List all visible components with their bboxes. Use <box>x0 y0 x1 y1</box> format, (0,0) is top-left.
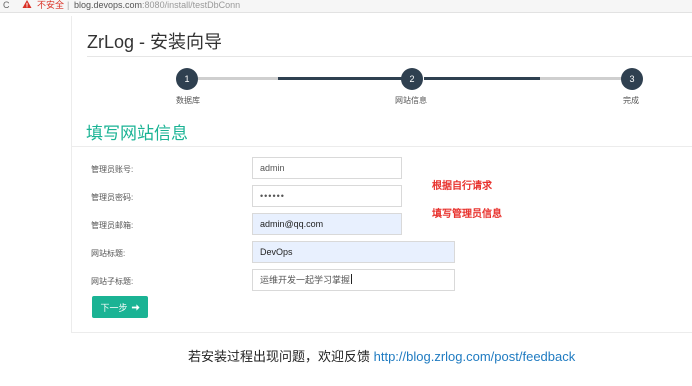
annotation-line-2: 填写管理员信息 <box>432 209 502 220</box>
next-step-label: 下一步 <box>100 302 128 313</box>
address-bar[interactable]: C 不安全 | blog.devops.com:8080/install/tes… <box>0 0 692 13</box>
site-title-label: 网站标题: <box>91 249 126 258</box>
site-title-field[interactable]: DevOps <box>252 241 455 263</box>
url-host: blog.devops.com <box>74 0 143 10</box>
step-1-label: 数据库 <box>176 96 200 105</box>
site-subtitle-value: 运维开发一起学习掌握 <box>260 275 351 285</box>
admin-email-label: 管理员邮箱: <box>91 221 134 230</box>
feedback-footer: 若安装过程出现问题，欢迎反馈 http://blog.zrlog.com/pos… <box>188 346 575 365</box>
admin-password-label: 管理员密码: <box>91 193 134 202</box>
feedback-link[interactable]: http://blog.zrlog.com/post/feedback <box>374 349 576 364</box>
url-path: :8080/install/testDbConn <box>142 0 241 10</box>
site-subtitle-field[interactable]: 运维开发一起学习掌握 <box>252 269 455 291</box>
step-2-dot: 2 <box>401 68 423 90</box>
step-line-1b <box>278 77 408 80</box>
site-subtitle-label: 网站子标题: <box>91 277 134 286</box>
section-divider <box>72 146 692 147</box>
step-2-label: 网站信息 <box>395 96 427 105</box>
reload-icon[interactable]: C <box>3 1 10 10</box>
admin-email-field[interactable]: admin@qq.com <box>252 213 402 235</box>
text-caret <box>351 274 353 284</box>
step-line-1a <box>198 77 278 80</box>
step-1-dot: 1 <box>176 68 198 90</box>
install-card: ZrLog - 安装向导 1 数据库 2 网站信息 3 完成 填写网站信息 管理… <box>71 16 692 333</box>
warning-triangle-icon <box>22 0 32 8</box>
step-3-dot: 3 <box>621 68 643 90</box>
address-separator: | <box>67 0 70 10</box>
admin-account-field[interactable]: admin <box>252 157 402 179</box>
admin-password-field[interactable]: •••••• <box>252 185 402 207</box>
footer-text: 若安装过程出现问题，欢迎反馈 <box>188 349 374 364</box>
page-title: ZrLog - 安装向导 <box>87 32 223 52</box>
next-step-button[interactable]: 下一步 <box>92 296 148 318</box>
arrow-right-icon <box>131 303 140 311</box>
admin-account-label: 管理员账号: <box>91 165 134 174</box>
section-title: 填写网站信息 <box>86 124 188 143</box>
title-divider <box>87 56 692 57</box>
url-text[interactable]: blog.devops.com:8080/install/testDbConn <box>74 1 240 10</box>
step-line-2a <box>424 77 540 80</box>
step-line-2b <box>540 77 622 80</box>
insecure-label[interactable]: 不安全 <box>37 1 64 10</box>
annotation-line-1: 根据自行请求 <box>432 181 492 192</box>
step-3-label: 完成 <box>623 96 639 105</box>
